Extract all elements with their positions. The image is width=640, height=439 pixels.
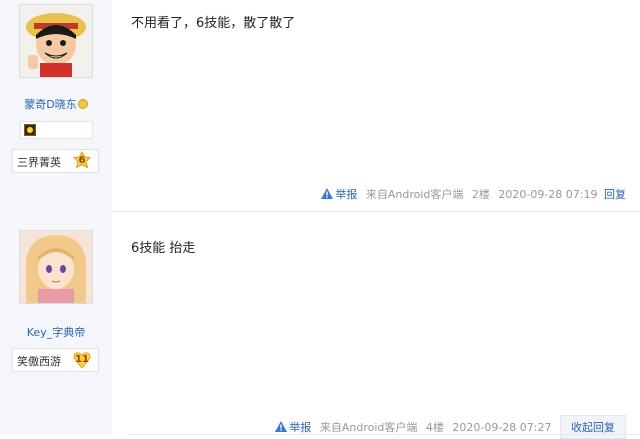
warning-icon [275,421,288,432]
post-floor-4: Key_字典帝 笑傲西游 11 6技能 抬走 举报 来自Android客户端 4… [0,212,640,439]
level-number: 6 [78,155,86,166]
username[interactable]: Key_字典帝 [0,324,112,340]
report-label[interactable]: 举报 [335,188,357,201]
avatar[interactable] [19,4,93,78]
post-tail: 举报 来自Android客户端 4楼 2020-09-28 07:27 收起回复 [275,415,626,439]
level-name: 三界菁英 [17,156,61,169]
medal-icon[interactable] [24,124,36,136]
medal-box [20,121,93,139]
username-text[interactable]: 蒙奇D晓东 [24,98,76,111]
collapse-reply-button[interactable]: 收起回复 [560,415,626,439]
floor-number: 2楼 [471,188,490,201]
level-star-icon: 6 [72,150,92,171]
post-source: 来自Android客户端 [319,421,418,434]
post-time: 2020-09-28 07:19 [498,188,598,201]
author-sidebar: 蒙奇D晓东 三界菁英 6 [0,0,112,212]
post-content: 6技能 抬走 [131,241,196,256]
post-content: 不用看了，6技能，散了散了 [131,16,296,31]
author-sidebar: Key_字典帝 笑傲西游 11 [0,212,112,435]
level-number: 11 [75,354,89,365]
post-time: 2020-09-28 07:27 [452,421,552,434]
level-badge-row[interactable]: 三界菁英 6 [12,149,99,173]
report-label[interactable]: 举报 [289,421,311,434]
report-link[interactable]: 举报 [321,188,361,201]
avatar[interactable] [19,230,93,304]
username[interactable]: 蒙奇D晓东 [0,96,112,112]
level-heart-icon: 11 [72,350,92,370]
post-source: 来自Android客户端 [365,188,464,201]
level-name: 笑傲西游 [17,355,61,368]
post-floor-2: 蒙奇D晓东 三界菁英 6 不用看了，6技能，散了散了 举报 来自Android客… [0,0,640,212]
post-tail: 举报 来自Android客户端 2楼 2020-09-28 07:19 回复 [321,186,626,202]
vip-badge-icon [77,99,88,109]
level-badge-row[interactable]: 笑傲西游 11 [12,348,99,372]
warning-icon [321,188,334,199]
floor-number: 4楼 [425,421,444,434]
reply-link[interactable]: 回复 [604,188,626,201]
report-link[interactable]: 举报 [275,421,315,434]
